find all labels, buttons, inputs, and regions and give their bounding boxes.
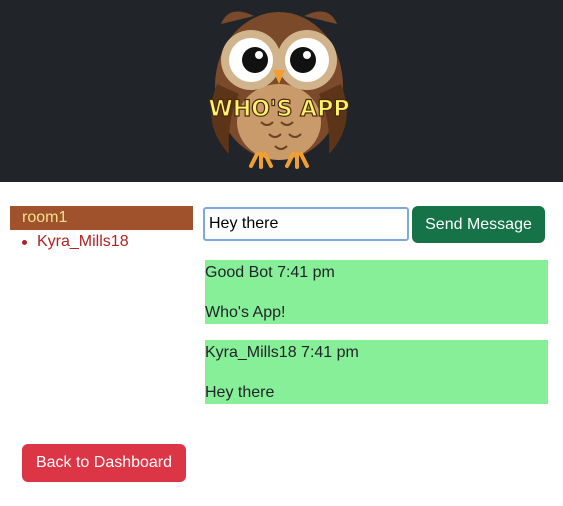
message-card: Kyra_Mills18 7:41 pm Hey there [205, 340, 548, 404]
logo-text: WHO'S APP [209, 97, 350, 122]
message-header: Good Bot 7:41 pm [205, 263, 548, 283]
bullet-icon [22, 240, 27, 245]
message-card: Good Bot 7:41 pm Who's App! [205, 260, 548, 324]
back-to-dashboard-button[interactable]: Back to Dashboard [22, 444, 186, 482]
message-text: Hey there [205, 384, 275, 401]
user-list-item: Kyra_Mills18 [10, 230, 193, 254]
message-time: 7:41 pm [301, 344, 359, 361]
room-title: room1 [10, 206, 193, 230]
message-time: 7:41 pm [277, 264, 335, 281]
message-header: Kyra_Mills18 7:41 pm [205, 343, 548, 363]
send-message-button[interactable]: Send Message [412, 206, 545, 243]
user-name: Kyra_Mills18 [37, 233, 129, 250]
user-list: Kyra_Mills18 [10, 230, 193, 254]
room-sidebar: room1 Kyra_Mills18 [10, 206, 193, 254]
owl-logo-icon: WHO'S APP [199, 4, 359, 174]
app-header: WHO'S APP [0, 0, 563, 182]
message-author: Good Bot [205, 264, 273, 281]
message-list: Good Bot 7:41 pm Who's App! Kyra_Mills18 7… [205, 260, 548, 420]
message-author: Kyra_Mills18 [205, 344, 297, 361]
message-text: Who's App! [205, 304, 286, 321]
message-input[interactable] [203, 207, 409, 241]
